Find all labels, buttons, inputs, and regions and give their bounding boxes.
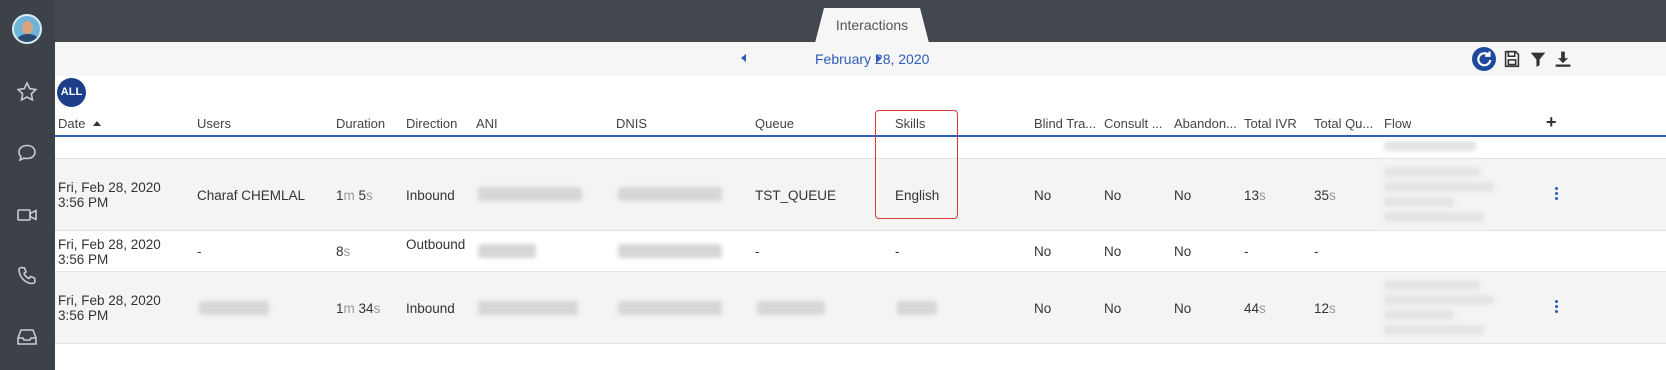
column-header-duration[interactable]: Duration [336, 116, 385, 131]
cell-duration: 8s [336, 244, 351, 259]
redacted-flow [1384, 167, 1480, 177]
cell-total-queue: - [1314, 244, 1319, 259]
tab-interactions[interactable]: Interactions [815, 8, 929, 43]
phone-icon[interactable] [15, 264, 39, 288]
redacted-ani [478, 301, 578, 315]
column-header-dnis[interactable]: DNIS [616, 116, 647, 131]
cell-consult: No [1104, 301, 1122, 316]
redacted-skills [897, 301, 937, 315]
previous-date-icon[interactable] [741, 54, 746, 62]
cell-date: Fri, Feb 28, 2020 3:56 PM [58, 237, 161, 267]
top-tab-bar: Interactions [55, 0, 1666, 43]
column-header-direction[interactable]: Direction [406, 116, 457, 131]
table-header: Date Users Duration Direction ANI DNIS Q… [55, 111, 1666, 137]
inbox-icon[interactable] [15, 325, 39, 349]
next-date-icon[interactable] [876, 54, 881, 62]
cell-total-ivr: 44s [1244, 301, 1266, 316]
redacted-user [199, 301, 269, 315]
add-column-icon[interactable]: + [1546, 112, 1557, 133]
table-row-empty [55, 138, 1666, 159]
table-row[interactable]: Fri, Feb 28, 2020 3:56 PM - 8s Outbound … [55, 231, 1666, 272]
cell-duration: 1m 34s [336, 301, 381, 316]
row-menu-icon[interactable] [1555, 300, 1559, 315]
cell-abandon: No [1174, 301, 1192, 316]
redacted-flow [1384, 197, 1454, 207]
chat-icon[interactable] [15, 141, 39, 165]
cell-abandon: No [1174, 244, 1192, 259]
cell-user: Charaf CHEMLAL [197, 188, 306, 203]
cell-skills: English [895, 188, 940, 203]
cell-skills: - [895, 244, 900, 259]
avatar-body [17, 34, 39, 42]
star-icon[interactable] [15, 80, 39, 104]
redacted-flow [1384, 212, 1484, 222]
cell-date: Fri, Feb 28, 2020 3:56 PM [58, 293, 161, 323]
refresh-icon[interactable] [1472, 47, 1496, 71]
table-row[interactable]: Fri, Feb 28, 2020 3:56 PM 1m 34s Inbound… [55, 272, 1666, 344]
redacted-flow [1384, 141, 1476, 151]
cell-direction: Outbound [406, 237, 466, 252]
cell-total-queue: 12s [1314, 301, 1336, 316]
filter-bar: ALL [55, 76, 1666, 110]
cell-user: - [197, 244, 202, 259]
column-header-date[interactable]: Date [58, 116, 102, 131]
save-icon[interactable] [1501, 48, 1523, 70]
avatar-face [22, 21, 33, 34]
date-navigation-bar: February 28, 2020 [55, 42, 1666, 76]
cell-total-queue: 35s [1314, 188, 1336, 203]
redacted-flow [1384, 295, 1494, 305]
filter-icon[interactable] [1527, 48, 1549, 70]
row-menu-icon[interactable] [1555, 187, 1559, 202]
redacted-queue [757, 301, 825, 315]
video-icon[interactable] [15, 203, 39, 227]
column-header-consult[interactable]: Consult ... [1104, 116, 1170, 131]
column-header-skills[interactable]: Skills [895, 116, 925, 131]
redacted-dnis [618, 187, 722, 201]
cell-queue: TST_QUEUE [755, 188, 837, 203]
current-date[interactable]: February 28, 2020 [815, 51, 929, 67]
cell-blind-transfer: No [1034, 244, 1052, 259]
cell-blind-transfer: No [1034, 188, 1052, 203]
column-header-abandon[interactable]: Abandon... [1174, 116, 1240, 131]
cell-date: Fri, Feb 28, 2020 3:56 PM [58, 180, 161, 210]
sort-ascending-icon[interactable] [93, 121, 102, 126]
redacted-dnis [618, 244, 722, 258]
user-avatar[interactable] [12, 14, 42, 44]
column-header-total-queue[interactable]: Total Qu... [1314, 116, 1380, 131]
redacted-dnis [618, 301, 722, 315]
download-icon[interactable] [1552, 48, 1574, 70]
all-filter-button[interactable]: ALL [57, 78, 86, 107]
redacted-flow [1384, 310, 1454, 320]
column-header-users[interactable]: Users [197, 116, 231, 131]
cell-total-ivr: - [1244, 244, 1249, 259]
cell-direction: Inbound [406, 188, 455, 203]
column-header-flow[interactable]: Flow [1384, 116, 1411, 131]
redacted-flow [1384, 325, 1484, 335]
column-header-blind-transfer[interactable]: Blind Tra... [1034, 116, 1100, 131]
cell-total-ivr: 13s [1244, 188, 1266, 203]
cell-blind-transfer: No [1034, 301, 1052, 316]
redacted-flow [1384, 280, 1480, 290]
cell-consult: No [1104, 188, 1122, 203]
cell-queue: - [755, 244, 760, 259]
column-header-total-ivr[interactable]: Total IVR [1244, 116, 1297, 131]
left-nav-sidebar [0, 0, 55, 370]
cell-direction: Inbound [406, 301, 455, 316]
redacted-ani [478, 244, 536, 258]
cell-consult: No [1104, 244, 1122, 259]
column-header-ani[interactable]: ANI [476, 116, 498, 131]
column-header-date-label: Date [58, 116, 86, 131]
column-header-queue[interactable]: Queue [755, 116, 794, 131]
cell-abandon: No [1174, 188, 1192, 203]
cell-duration: 1m 5s [336, 188, 373, 203]
table-row[interactable]: Fri, Feb 28, 2020 3:56 PM Charaf CHEMLAL… [55, 159, 1666, 231]
redacted-flow [1384, 182, 1494, 192]
redacted-ani [478, 187, 582, 201]
